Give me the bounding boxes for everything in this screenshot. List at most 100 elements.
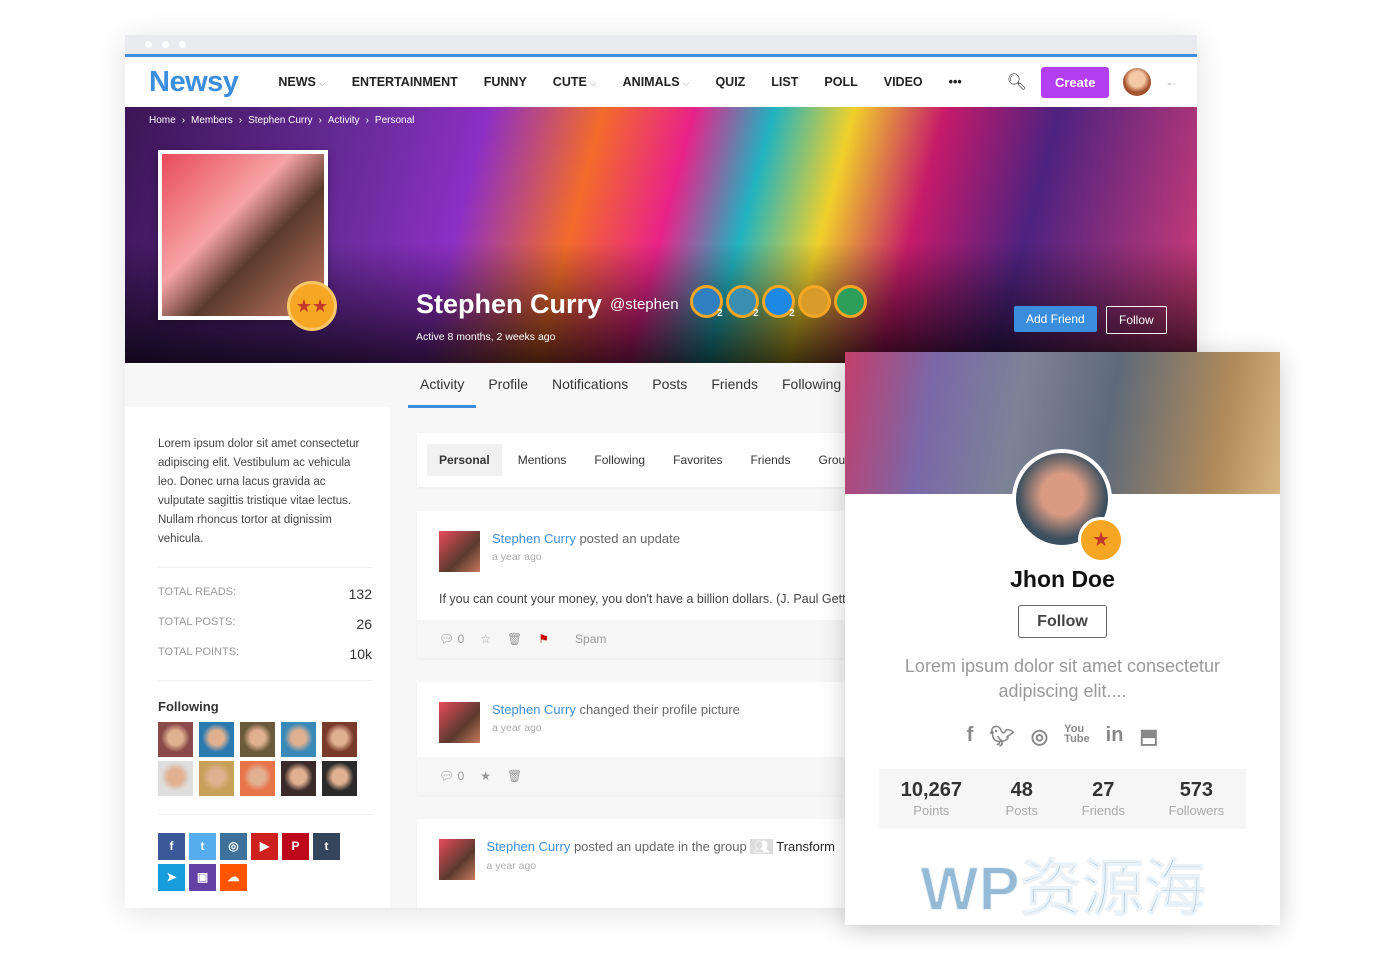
subtab-personal[interactable]: Personal <box>427 444 502 476</box>
nav-item[interactable]: QUIZ <box>715 75 745 89</box>
following-avatar[interactable] <box>199 761 234 796</box>
user-avatar[interactable] <box>1123 68 1152 96</box>
star-filled-icon[interactable]: ★ <box>480 769 491 783</box>
chevron-down-icon: ⌵ <box>589 78 597 88</box>
nav-item-label: POLL <box>824 75 858 89</box>
post-avatar[interactable] <box>439 531 480 572</box>
nav-item[interactable]: ANIMALS ⌵ <box>623 75 690 89</box>
twitch-icon[interactable]: ▣ <box>189 864 216 891</box>
following-avatar[interactable] <box>199 722 234 757</box>
telegram-icon[interactable]: ➤ <box>158 864 185 891</box>
tab-posts[interactable]: Posts <box>640 363 699 408</box>
tab-friends[interactable]: Friends <box>699 363 770 408</box>
breadcrumb-item[interactable]: Stephen Curry <box>248 115 312 126</box>
post-time: a year ago <box>492 551 542 563</box>
tab-activity[interactable]: Activity <box>408 363 477 408</box>
badges: 2 2 2 <box>687 285 867 323</box>
activity-post: Stephen Curry changed their profile pict… <box>417 682 857 795</box>
following-grid <box>158 722 372 796</box>
achievement-badge-icon <box>833 285 867 318</box>
youtube-icon[interactable]: You Tube <box>1064 724 1089 749</box>
breadcrumb-item[interactable]: Activity <box>328 115 360 126</box>
chevron-right-icon: › <box>365 115 369 126</box>
trash-icon[interactable]: 🗑︎ <box>507 769 522 783</box>
twitter-icon[interactable]: 🐦︎ <box>989 724 1014 749</box>
stat-row: TOTAL POSTS: 26 <box>158 616 372 632</box>
nav-item[interactable]: ••• <box>949 75 962 89</box>
nav-item[interactable]: CUTE ⌵ <box>553 75 597 89</box>
activity-feed: Personal Mentions Following Favorites Friend… <box>417 433 858 908</box>
breadcrumb-item[interactable]: Home <box>149 115 176 126</box>
author-link[interactable]: Stephen Curry <box>487 839 571 854</box>
soundcloud-icon[interactable]: ☁ <box>220 864 247 891</box>
chevron-down-icon[interactable]: ⌄ <box>1165 77 1173 88</box>
subtab-friends[interactable]: Friends <box>738 444 802 476</box>
following-avatar[interactable] <box>281 722 316 757</box>
post-avatar[interactable] <box>439 839 475 880</box>
search-icon[interactable]: 🔍︎ <box>1007 72 1027 92</box>
nav-item[interactable]: VIDEO <box>884 75 923 89</box>
card-name: Jhon Doe <box>1010 566 1115 592</box>
profile-sidebar: Lorem ipsum dolor sit amet consectetur a… <box>125 407 390 908</box>
spam-button[interactable]: Spam <box>575 632 606 646</box>
comment-icon[interactable]: 💬︎ 0 <box>439 769 464 783</box>
following-avatar[interactable] <box>322 761 357 796</box>
post-action: posted an update in the group <box>573 839 747 854</box>
post-avatar[interactable] <box>439 702 480 743</box>
tab-notifications[interactable]: Notifications <box>540 363 640 408</box>
tab-following[interactable]: Following <box>770 363 853 408</box>
flag-icon[interactable]: ⚑ <box>538 632 549 646</box>
bio: Lorem ipsum dolor sit amet consectetur a… <box>158 438 360 545</box>
badge-count: 2 <box>789 308 795 319</box>
chevron-right-icon: › <box>318 115 322 126</box>
stat-value: 26 <box>356 616 372 632</box>
achievement-badge-icon: 2 <box>761 285 795 319</box>
following-avatar[interactable] <box>281 761 316 796</box>
stat-value: 10k <box>349 646 372 662</box>
twitter-icon[interactable]: t <box>189 833 216 860</box>
comment-icon[interactable]: 💬︎ 0 <box>439 632 464 646</box>
subtab-following[interactable]: Following <box>582 444 657 476</box>
linkedin-icon[interactable]: in <box>1106 724 1124 749</box>
subtab-favorites[interactable]: Favorites <box>661 444 734 476</box>
pinterest-icon[interactable]: P <box>282 833 309 860</box>
instagram-icon[interactable]: ◎ <box>1031 724 1048 749</box>
nav-item[interactable]: ENTERTAINMENT <box>352 75 458 89</box>
facebook-icon[interactable]: f <box>967 724 974 749</box>
card-follow-button[interactable]: Follow <box>1018 605 1107 638</box>
following-avatar[interactable] <box>158 722 193 757</box>
twitch-icon[interactable]: ⬒ <box>1139 724 1158 749</box>
facebook-icon[interactable]: f <box>158 833 185 860</box>
logo[interactable]: Newsy <box>149 66 239 99</box>
tab-profile[interactable]: Profile <box>476 363 540 408</box>
trash-icon[interactable]: 🗑︎ <box>507 632 522 646</box>
nav-item-label: LIST <box>771 75 799 89</box>
window-chrome <box>125 35 1197 57</box>
breadcrumb: Home › Members › Stephen Curry › Activity › Pers… <box>149 115 414 126</box>
youtube-icon[interactable]: ▶ <box>251 833 278 860</box>
nav-item[interactable]: POLL <box>824 75 857 89</box>
follow-button[interactable]: Follow <box>1106 306 1167 334</box>
nav-item[interactable]: LIST <box>771 75 798 89</box>
breadcrumb-item[interactable]: Members <box>191 115 233 126</box>
nav-item-label: CUTE <box>552 75 587 89</box>
add-friend-button[interactable]: Add Friend <box>1014 306 1097 332</box>
following-avatar[interactable] <box>158 761 193 796</box>
tumblr-icon[interactable]: t <box>313 833 340 860</box>
create-button[interactable]: Create <box>1040 66 1110 98</box>
nav-item[interactable]: NEWS ⌵ <box>278 75 325 89</box>
following-avatar[interactable] <box>240 761 275 796</box>
following-avatar[interactable] <box>322 722 357 757</box>
instagram-icon[interactable]: ◎ <box>220 833 247 860</box>
nav-item[interactable]: FUNNY <box>484 75 527 89</box>
subtab-mentions[interactable]: Mentions <box>506 444 579 476</box>
following-avatar[interactable] <box>240 722 275 757</box>
card-description: Lorem ipsum dolor sit amet consectetur a… <box>904 656 1221 701</box>
author-link[interactable]: Stephen Curry <box>492 531 576 546</box>
nav-item-label: ENTERTAINMENT <box>351 75 458 89</box>
star-icon[interactable]: ☆ <box>480 632 491 646</box>
nav-item-label: QUIZ <box>715 75 746 89</box>
author-link[interactable]: Stephen Curry <box>492 702 576 717</box>
group-link[interactable]: Transform <box>776 839 835 854</box>
post-body: If you can count your money, you don't h… <box>439 592 856 606</box>
